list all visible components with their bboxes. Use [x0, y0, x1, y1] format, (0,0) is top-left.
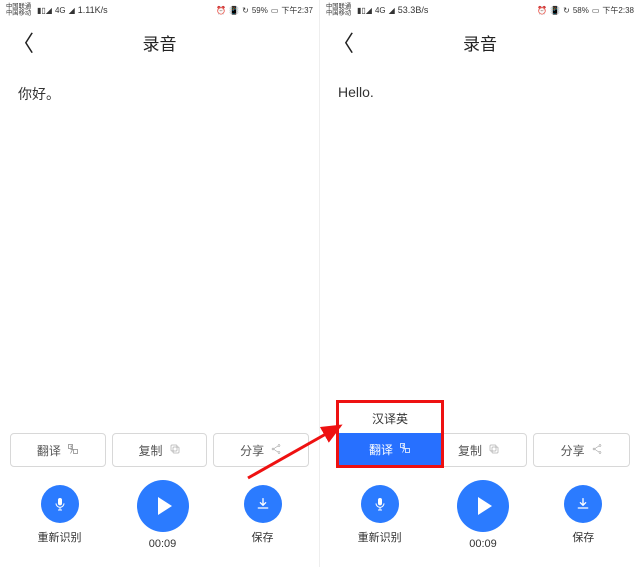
signal-icon: ▮▯◢ [37, 6, 52, 15]
bottom-row: 重新识别 00:09 保存 [0, 467, 319, 567]
carrier-labels: 中国联通 中国移动 [6, 4, 31, 17]
battery-percent: 59% [252, 6, 268, 15]
carrier-2: 中国移动 [326, 10, 351, 16]
translate-label: 翻译 [37, 442, 61, 459]
vibrate-icon: 📳 [229, 6, 239, 15]
signal-icon: ▮▯◢ [357, 6, 372, 15]
signal-icon-2: ◢ [69, 6, 75, 15]
action-row: 汉译英 翻译 复制 分享 [320, 433, 640, 467]
battery-icon: ▭ [592, 6, 600, 15]
page-title: 录音 [143, 30, 177, 55]
play-button[interactable] [137, 480, 189, 532]
net-label: 4G [55, 6, 66, 15]
page-title: 录音 [463, 30, 497, 55]
back-button[interactable]: 〈 [12, 26, 34, 58]
sync-icon: ↻ [563, 6, 570, 15]
duration-label: 00:09 [149, 538, 177, 550]
share-label: 分享 [561, 442, 585, 459]
rerecognize-label: 重新识别 [358, 529, 402, 545]
copy-icon [488, 443, 500, 458]
translate-icon [67, 443, 79, 458]
copy-button[interactable]: 复制 [431, 433, 528, 467]
translate-popup: 汉译英 翻译 [336, 400, 444, 468]
duration-label: 00:09 [469, 538, 497, 550]
status-bar: 中国联通 中国移动 ▮▯◢ 4G ◢ 1.11K/s ⏰ 📳 ↻ 59% ▭ 下… [0, 0, 319, 20]
net-label: 4G [375, 6, 386, 15]
rerecognize-button[interactable] [361, 485, 399, 523]
phone-right: 中国联通 中国移动 ▮▯◢ 4G ◢ 53.3B/s ⏰ 📳 ↻ 58% ▭ 下… [320, 0, 640, 567]
rerecognize-button[interactable] [41, 485, 79, 523]
share-button[interactable]: 分享 [533, 433, 630, 467]
copy-icon [169, 443, 181, 458]
sync-icon: ↻ [242, 6, 249, 15]
carrier-2: 中国移动 [6, 10, 31, 16]
status-time: 下午2:38 [602, 5, 634, 16]
alarm-icon: ⏰ [537, 6, 547, 15]
carrier-labels: 中国联通 中国移动 [326, 4, 351, 17]
bottom-row: 重新识别 00:09 保存 [320, 467, 640, 567]
vibrate-icon: 📳 [550, 6, 560, 15]
status-time: 下午2:37 [281, 5, 313, 16]
translate-label: 翻译 [369, 441, 393, 458]
transcript-text: 你好。 [0, 64, 319, 433]
copy-label: 复制 [139, 442, 163, 459]
share-icon [270, 443, 282, 458]
action-row: 翻译 复制 分享 [0, 433, 319, 467]
phone-left: 中国联通 中国移动 ▮▯◢ 4G ◢ 1.11K/s ⏰ 📳 ↻ 59% ▭ 下… [0, 0, 320, 567]
translate-button[interactable]: 翻译 [10, 433, 106, 467]
translate-option-label: 汉译英 [372, 410, 408, 427]
play-icon [158, 497, 172, 515]
share-icon [591, 443, 603, 458]
save-button[interactable] [244, 485, 282, 523]
copy-button[interactable]: 复制 [112, 433, 208, 467]
signal-icon-2: ◢ [389, 6, 395, 15]
share-label: 分享 [240, 442, 264, 459]
translate-button-selected[interactable]: 翻译 [339, 433, 441, 465]
copy-label: 复制 [458, 442, 482, 459]
save-label: 保存 [252, 529, 274, 545]
transcript-text: Hello. [320, 64, 640, 433]
translate-option-cn-en[interactable]: 汉译英 [339, 403, 441, 433]
play-button[interactable] [457, 480, 509, 532]
nav-bar: 〈 录音 [320, 20, 640, 64]
nav-bar: 〈 录音 [0, 20, 319, 64]
net-speed: 1.11K/s [78, 5, 108, 15]
battery-percent: 58% [573, 6, 589, 15]
battery-icon: ▭ [271, 6, 279, 15]
back-button[interactable]: 〈 [332, 26, 354, 58]
play-icon [478, 497, 492, 515]
net-speed: 53.3B/s [398, 5, 429, 15]
save-label: 保存 [572, 529, 594, 545]
alarm-icon: ⏰ [216, 6, 226, 15]
status-bar: 中国联通 中国移动 ▮▯◢ 4G ◢ 53.3B/s ⏰ 📳 ↻ 58% ▭ 下… [320, 0, 640, 20]
share-button[interactable]: 分享 [213, 433, 309, 467]
save-button[interactable] [564, 485, 602, 523]
rerecognize-label: 重新识别 [38, 529, 82, 545]
translate-icon [399, 442, 411, 457]
